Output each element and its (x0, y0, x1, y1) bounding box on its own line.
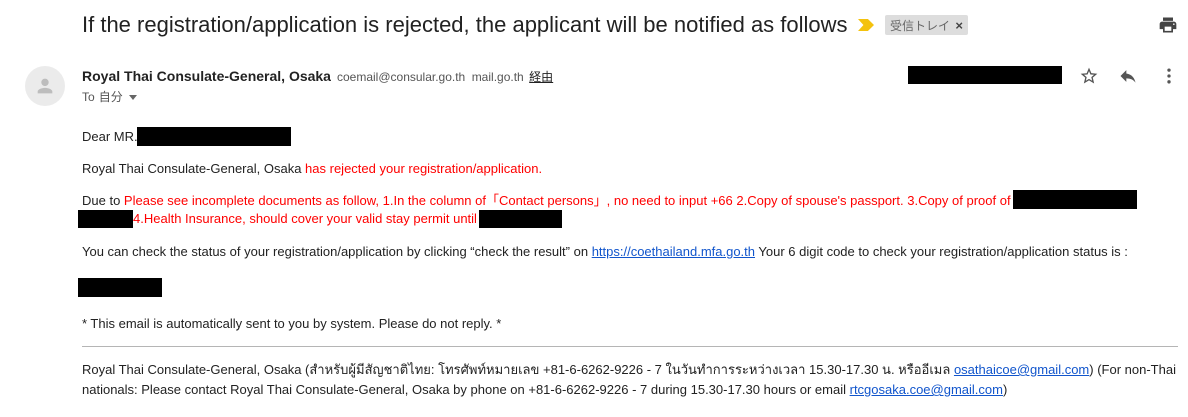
thai-contact-email-link[interactable]: osathaicoe@gmail.com (954, 362, 1089, 377)
footer-thai-contact: Royal Thai Consulate-General, Osaka (สำห… (82, 362, 954, 377)
importance-marker-icon[interactable] (858, 19, 874, 31)
more-vert-icon (1167, 68, 1171, 84)
rejection-prefix: Royal Thai Consulate-General, Osaka (82, 161, 306, 176)
redacted-reason-1 (1013, 190, 1137, 209)
status-line: You can check the status of your registr… (82, 243, 1128, 261)
sender-email: coemail@consular.go.th (336, 70, 466, 84)
person-icon (37, 78, 53, 94)
reason-prefix: Due to (82, 193, 124, 208)
to-recipient: 自分 (98, 90, 123, 104)
footer-line-1: Royal Thai Consulate-General, Osaka (สำห… (82, 361, 1176, 379)
footer-nonthai-contact: nationals: Please contact Royal Thai Con… (82, 382, 850, 397)
footer-line-2: nationals: Please contact Royal Thai Con… (82, 381, 1007, 399)
auto-notice: * This email is automatically sent to yo… (82, 316, 502, 331)
star-icon (1080, 67, 1098, 84)
more-options-button[interactable] (1159, 66, 1179, 86)
reason-line-1: Due to Please see incomplete documents a… (82, 192, 1011, 210)
redacted-reason-2 (78, 210, 133, 228)
remove-label-button[interactable]: × (955, 18, 963, 33)
redacted-code (78, 278, 162, 297)
footer-divider (82, 346, 1178, 347)
reason-text-2: 4.Health Insurance, should cover your va… (133, 211, 477, 226)
recipients-details-toggle[interactable]: To 自分 (82, 88, 137, 106)
reason-text-1: Please see incomplete documents as follo… (123, 193, 1011, 208)
label-chip-inbox[interactable]: 受信トレイ × (885, 15, 968, 35)
label-chip-text: 受信トレイ (890, 18, 951, 33)
print-icon (1159, 17, 1177, 33)
to-label: To (82, 90, 95, 104)
rejection-text: has rejected your registration/applicati… (305, 161, 543, 176)
print-all-button[interactable] (1158, 15, 1178, 35)
nonthai-contact-email-link[interactable]: rtcgosaka.coe@gmail.com (850, 382, 1003, 397)
star-button[interactable] (1079, 66, 1099, 86)
sender-avatar (25, 66, 65, 106)
redacted-name (137, 127, 291, 146)
footer-line-2-end: ) (1002, 382, 1008, 397)
reply-button[interactable] (1118, 66, 1138, 86)
greeting: Dear MR. (82, 129, 138, 144)
redacted-date (908, 66, 1062, 84)
via-info-link[interactable]: 経由 (529, 70, 553, 84)
chevron-down-icon[interactable] (128, 94, 137, 100)
sender-line: Royal Thai Consulate-General, Osaka coema… (82, 67, 553, 85)
reply-icon (1120, 70, 1136, 83)
redacted-permit-date (479, 210, 562, 228)
footer-line-1-end: ) (For non-Thai (1089, 362, 1176, 377)
sender-via-domain: mail.go.th (471, 70, 524, 84)
rejection-line: Royal Thai Consulate-General, Osaka has … (82, 160, 542, 178)
status-code-text: Your 6 digit code to check your registra… (755, 244, 1128, 259)
status-text: You can check the status of your registr… (82, 244, 592, 259)
email-subject: If the registration/application is rejec… (82, 12, 848, 37)
sender-name: Royal Thai Consulate-General, Osaka (82, 68, 331, 84)
check-result-link[interactable]: https://coethailand.mfa.go.th (592, 244, 755, 259)
